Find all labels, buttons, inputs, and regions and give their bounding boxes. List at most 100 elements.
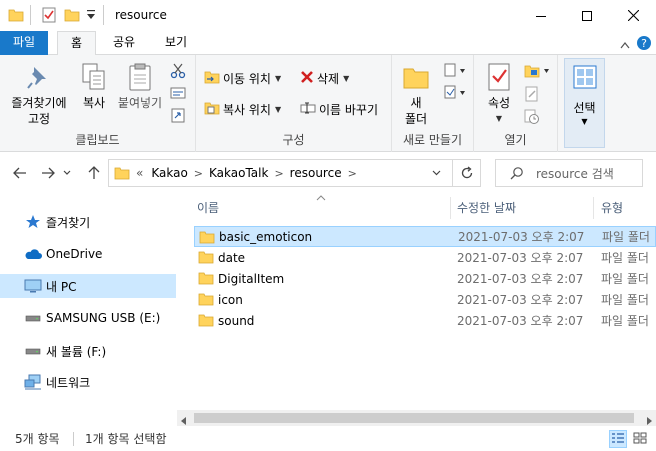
copy-path-icon[interactable]	[170, 86, 186, 103]
breadcrumb-resource[interactable]: resource	[290, 166, 342, 180]
file-row[interactable]: date 2021-07-03 오후 2:07 파일 폴더	[194, 247, 656, 268]
file-row[interactable]: DigitalItem 2021-07-03 오후 2:07 파일 폴더	[194, 268, 656, 289]
open-group: 속성 ▼ 열기	[474, 55, 558, 152]
tab-home[interactable]: 홈	[57, 31, 96, 56]
file-type: 파일 폴더	[601, 251, 649, 265]
file-type: 파일 폴더	[602, 230, 650, 244]
drive-icon	[24, 343, 42, 359]
file-row[interactable]: sound 2021-07-03 오후 2:07 파일 폴더	[194, 310, 656, 331]
chevron-down-icon: ▼	[343, 73, 350, 83]
nav-item-samsung-usb[interactable]: SAMSUNG USB (E:)	[0, 306, 176, 330]
new-folder-label-1: 새	[410, 96, 422, 110]
nav-item-new-volume[interactable]: 새 볼륨 (F:)	[0, 339, 176, 363]
up-button[interactable]	[83, 161, 105, 185]
file-type: 파일 폴더	[601, 314, 649, 328]
breadcrumb-separator[interactable]: >	[348, 167, 357, 180]
cut-icon[interactable]	[170, 63, 186, 82]
column-header-name[interactable]: 이름	[197, 195, 219, 221]
delete-label: 삭제	[317, 71, 340, 86]
title-bar: resource	[0, 0, 656, 31]
breadcrumb-separator[interactable]: >	[194, 167, 203, 180]
address-bar[interactable]: « Kakao > KakaoTalk > resource >	[108, 159, 481, 187]
file-date: 2021-07-03 오후 2:07	[457, 251, 584, 265]
paste-shortcut-icon[interactable]	[170, 107, 186, 126]
item-count: 5개 항목	[15, 432, 60, 446]
ribbon: 즐겨찾기에 고정 복사 붙여넣기 클립보드 이동 위치 ▼ 삭제 ▼ 복사 위치…	[0, 55, 656, 152]
chevron-down-icon: ▼	[495, 114, 503, 123]
details-view-icon	[611, 432, 625, 447]
refresh-button[interactable]	[452, 160, 480, 186]
breadcrumb-separator[interactable]: >	[274, 167, 283, 180]
paste-button[interactable]: 붙여넣기	[114, 61, 166, 111]
clipboard-group: 즐겨찾기에 고정 복사 붙여넣기 클립보드	[0, 55, 196, 152]
nav-item-network[interactable]: 네트워크	[0, 370, 176, 394]
rename-button[interactable]: 이름 바꾸기	[300, 98, 378, 120]
column-divider[interactable]	[593, 197, 594, 219]
file-row[interactable]: icon 2021-07-03 오후 2:07 파일 폴더	[194, 289, 656, 310]
delete-button[interactable]: 삭제 ▼	[300, 67, 349, 89]
new-group-label: 새로 만들기	[402, 133, 462, 147]
back-button[interactable]	[9, 161, 31, 185]
details-view-button[interactable]	[609, 430, 627, 448]
history-icon[interactable]	[524, 109, 540, 128]
properties-icon[interactable]	[41, 7, 57, 26]
file-date: 2021-07-03 오후 2:07	[457, 314, 584, 328]
tab-share[interactable]: 공유	[104, 31, 144, 55]
minimize-button[interactable]	[518, 0, 564, 31]
copy-to-button[interactable]: 복사 위치 ▼	[204, 98, 281, 120]
column-divider[interactable]	[450, 197, 451, 219]
select-button[interactable]: 선택 ▼	[564, 58, 605, 148]
column-header-date[interactable]: 수정한 날짜	[457, 195, 516, 221]
tab-file[interactable]: 파일	[0, 31, 48, 55]
move-to-button[interactable]: 이동 위치 ▼	[204, 67, 281, 89]
recent-locations-button[interactable]	[60, 161, 74, 185]
new-folder-icon[interactable]	[64, 7, 80, 26]
breadcrumb-kakao[interactable]: Kakao	[151, 166, 187, 180]
new-item-icon[interactable]	[444, 63, 466, 82]
open-icon[interactable]	[524, 63, 550, 82]
computer-icon	[24, 278, 42, 294]
move-folder-icon	[204, 69, 220, 88]
properties-button[interactable]: 속성 ▼	[482, 61, 516, 127]
pin-to-quick-access-button[interactable]: 즐겨찾기에 고정	[6, 61, 72, 127]
tab-view[interactable]: 보기	[156, 31, 196, 55]
close-button[interactable]	[610, 0, 656, 31]
sort-ascending-icon	[316, 193, 326, 204]
nav-item-label: 네트워크	[46, 375, 91, 390]
chevron-down-icon: ▼	[274, 73, 282, 83]
maximize-button[interactable]	[564, 0, 610, 31]
folder-icon	[199, 230, 215, 247]
scrollbar-thumb[interactable]	[194, 413, 634, 423]
separator	[103, 5, 104, 25]
chevron-up-icon[interactable]	[620, 38, 630, 52]
forward-button[interactable]	[37, 161, 59, 185]
edit-icon[interactable]	[524, 86, 540, 105]
large-icons-view-button[interactable]	[631, 430, 649, 448]
new-folder-button[interactable]: 새 폴더	[400, 61, 432, 127]
column-header-type[interactable]: 유형	[601, 195, 623, 221]
nav-item-quick-access[interactable]: 즐겨찾기	[0, 210, 176, 234]
nav-item-onedrive[interactable]: OneDrive	[0, 242, 176, 266]
easy-access-icon[interactable]	[444, 85, 466, 104]
copy-label: 복사	[82, 96, 106, 110]
star-icon	[24, 214, 42, 230]
horizontal-scrollbar[interactable]	[177, 410, 656, 426]
breadcrumb-overflow[interactable]: «	[136, 166, 143, 180]
file-row[interactable]: basic_emoticon 2021-07-03 오후 2:07 파일 폴더	[194, 226, 656, 247]
copy-button[interactable]: 복사	[76, 61, 112, 111]
selected-count: 1개 항목 선택함	[85, 432, 167, 446]
address-history-dropdown[interactable]	[426, 160, 446, 186]
copy-to-label: 복사 위치	[223, 102, 271, 117]
search-placeholder: resource 검색	[536, 166, 614, 181]
status-bar: 5개 항목 1개 항목 선택함	[0, 426, 656, 451]
search-input[interactable]: resource 검색	[495, 159, 643, 187]
clipboard-group-label: 클립보드	[75, 133, 120, 147]
organize-group: 이동 위치 ▼ 삭제 ▼ 복사 위치 ▼ 이름 바꾸기 구성	[196, 55, 392, 152]
nav-item-this-pc[interactable]: 내 PC	[0, 274, 176, 298]
rename-icon	[300, 101, 316, 118]
folder-icon	[198, 250, 214, 267]
help-icon[interactable]: ?	[636, 35, 652, 54]
customize-quick-access-icon[interactable]	[86, 9, 96, 24]
breadcrumb-kakaotalk[interactable]: KakaoTalk	[209, 166, 268, 180]
rename-label: 이름 바꾸기	[319, 102, 379, 117]
